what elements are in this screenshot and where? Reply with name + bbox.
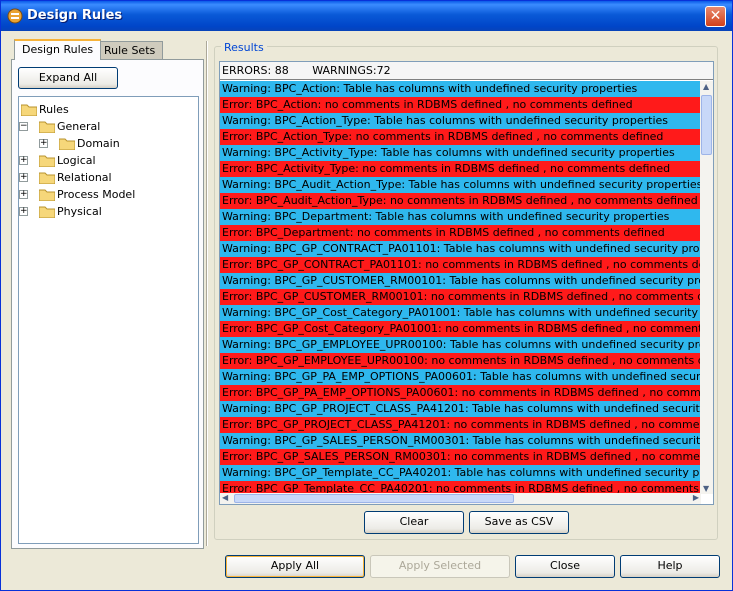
tab-label: Rule Sets (104, 44, 156, 57)
results-list[interactable]: Warning: BPC_Action: Table has columns w… (220, 81, 701, 494)
expand-toggle[interactable]: + (19, 190, 28, 199)
folder-icon (39, 189, 55, 201)
collapse-toggle[interactable]: − (19, 122, 28, 131)
folder-icon (21, 104, 37, 116)
warning-row[interactable]: Warning: BPC_Action_Type: Table has colu… (220, 113, 701, 129)
button-label: Expand All (38, 71, 98, 84)
tree-label: Physical (57, 205, 102, 218)
warning-row[interactable]: Warning: BPC_Activity_Type: Table has co… (220, 145, 701, 161)
results-counts: ERRORS: 88 WARNINGS:72 (220, 62, 713, 80)
design-rules-window: Design Rules ✕ Design Rules Rule Sets Ex… (0, 0, 733, 591)
expand-all-button[interactable]: Expand All (18, 67, 118, 89)
error-row[interactable]: Error: BPC_GP_CUSTOMER_RM00101: no comme… (220, 289, 701, 305)
button-label: Apply All (270, 559, 320, 572)
title-bar[interactable]: Design Rules ✕ (1, 1, 732, 31)
warning-row[interactable]: Warning: BPC_Action: Table has columns w… (220, 81, 701, 97)
vertical-scrollbar[interactable]: ▲ ▼ (700, 81, 713, 494)
results-legend: Results (221, 41, 267, 54)
expand-toggle[interactable]: + (19, 207, 28, 216)
clear-button[interactable]: Clear (364, 511, 464, 534)
close-icon: ✕ (709, 8, 722, 24)
errors-count: ERRORS: 88 (222, 64, 289, 77)
error-row[interactable]: Error: BPC_GP_Cost_Category_PA01001: no … (220, 321, 701, 337)
warnings-count: WARNINGS:72 (312, 64, 391, 77)
tab-rule-sets[interactable]: Rule Sets (96, 41, 164, 60)
error-row[interactable]: Error: BPC_Department: no comments in RD… (220, 225, 701, 241)
button-label: Help (657, 559, 683, 572)
panel-divider[interactable] (206, 41, 208, 546)
help-button[interactable]: Help (620, 555, 720, 578)
expand-toggle[interactable]: + (39, 139, 48, 148)
folder-icon (39, 172, 55, 184)
close-button[interactable]: Close (515, 555, 615, 578)
rules-tree[interactable]: Rules − General + Domain + Logical + Rel… (18, 96, 199, 544)
warning-row[interactable]: Warning: BPC_GP_CONTRACT_PA01101: Table … (220, 241, 701, 257)
warning-row[interactable]: Warning: BPC_GP_SALES_PERSON_RM00301: Ta… (220, 433, 701, 449)
tree-label: Logical (57, 154, 96, 167)
folder-icon (59, 138, 75, 150)
close-window-button[interactable]: ✕ (705, 6, 726, 27)
error-row[interactable]: Error: BPC_GP_PROJECT_CLASS_PA41201: no … (220, 417, 701, 433)
folder-open-icon (39, 121, 55, 133)
button-label: Apply Selected (398, 559, 482, 572)
tree-label: Relational (57, 171, 112, 184)
horizontal-scroll-thumb[interactable] (234, 494, 514, 503)
tree-label: Rules (39, 103, 69, 116)
error-row[interactable]: Error: BPC_Activity_Type: no comments in… (220, 161, 701, 177)
apply-all-button[interactable]: Apply All (225, 555, 365, 578)
expand-toggle[interactable]: + (19, 173, 28, 182)
button-label: Close (550, 559, 580, 572)
design-rules-panel: Expand All Rules − General + Domain + Lo… (11, 59, 204, 549)
scroll-left-icon[interactable]: ◀ (222, 493, 228, 502)
results-panel: ERRORS: 88 WARNINGS:72 Warning: BPC_Acti… (219, 61, 714, 505)
warning-row[interactable]: Warning: BPC_GP_CUSTOMER_RM00101: Table … (220, 273, 701, 289)
horizontal-scrollbar[interactable]: ◀ ▶ (220, 493, 701, 504)
warning-row[interactable]: Warning: BPC_GP_Cost_Category_PA01001: T… (220, 305, 701, 321)
button-label: Clear (399, 515, 429, 528)
button-label: Save as CSV (484, 515, 554, 528)
tab-label: Design Rules (22, 43, 94, 56)
tab-design-rules[interactable]: Design Rules (14, 39, 102, 60)
vertical-scroll-thumb[interactable] (701, 95, 712, 155)
window-title: Design Rules (27, 8, 123, 23)
scroll-down-icon[interactable]: ▼ (703, 484, 709, 493)
warning-row[interactable]: Warning: BPC_GP_EMPLOYEE_UPR00100: Table… (220, 337, 701, 353)
error-row[interactable]: Error: BPC_Action_Type: no comments in R… (220, 129, 701, 145)
error-row[interactable]: Error: BPC_GP_EMPLOYEE_UPR00100: no comm… (220, 353, 701, 369)
warning-row[interactable]: Warning: BPC_GP_Template_CC_PA40201: Tab… (220, 465, 701, 481)
error-row[interactable]: Error: BPC_GP_PA_EMP_OPTIONS_PA00601: no… (220, 385, 701, 401)
tree-label: Process Model (57, 188, 136, 201)
error-row[interactable]: Error: BPC_Action: no comments in RDBMS … (220, 97, 701, 113)
folder-icon (39, 206, 55, 218)
app-icon (7, 8, 23, 24)
apply-selected-button[interactable]: Apply Selected (370, 555, 510, 578)
warning-row[interactable]: Warning: BPC_Department: Table has colum… (220, 209, 701, 225)
tree-label: General (57, 120, 101, 133)
tree-label: Domain (77, 137, 120, 150)
expand-toggle[interactable]: + (19, 156, 28, 165)
error-row[interactable]: Error: BPC_GP_CONTRACT_PA01101: no comme… (220, 257, 701, 273)
warning-row[interactable]: Warning: BPC_Audit_Action_Type: Table ha… (220, 177, 701, 193)
error-row[interactable]: Error: BPC_GP_SALES_PERSON_RM00301: no c… (220, 449, 701, 465)
warning-row[interactable]: Warning: BPC_GP_PA_EMP_OPTIONS_PA00601: … (220, 369, 701, 385)
folder-icon (39, 155, 55, 167)
warning-row[interactable]: Warning: BPC_GP_PROJECT_CLASS_PA41201: T… (220, 401, 701, 417)
save-as-csv-button[interactable]: Save as CSV (469, 511, 569, 534)
error-row[interactable]: Error: BPC_Audit_Action_Type: no comment… (220, 193, 701, 209)
scroll-right-icon[interactable]: ▶ (693, 493, 699, 502)
scroll-up-icon[interactable]: ▲ (703, 82, 709, 91)
